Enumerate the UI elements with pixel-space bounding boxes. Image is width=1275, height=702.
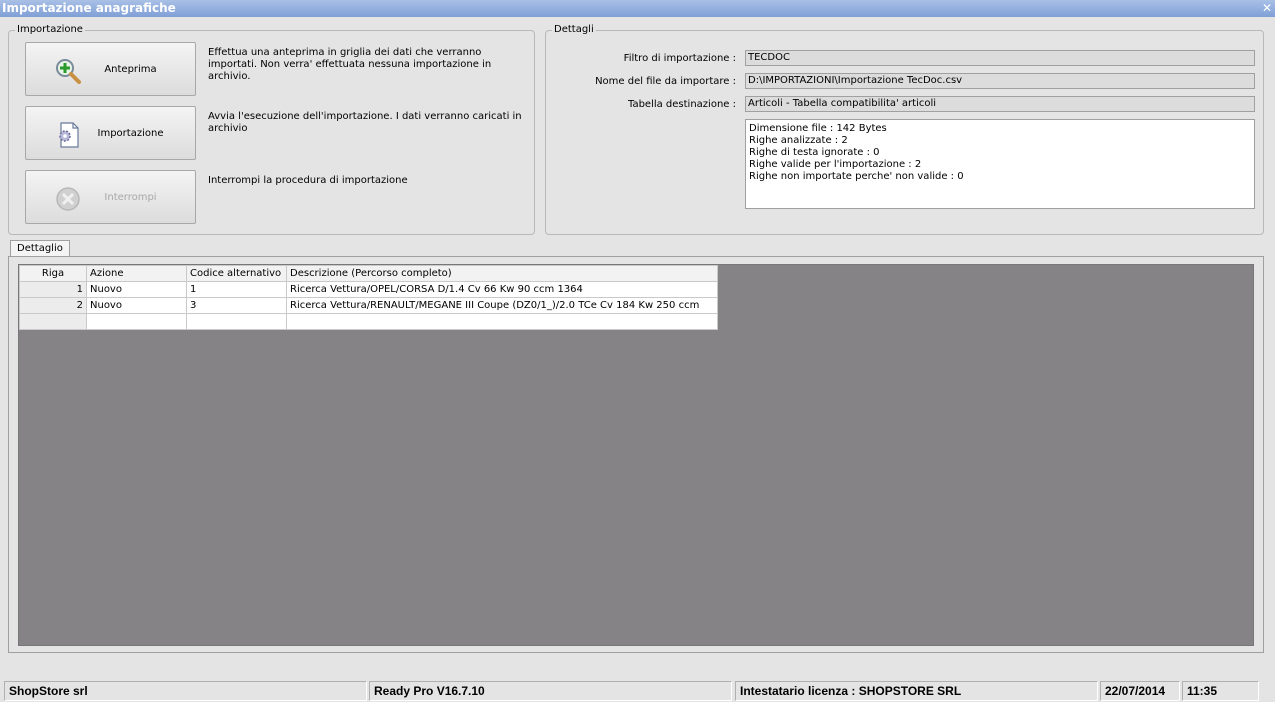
cell-codice-alternativo[interactable] [186,313,287,330]
cell-descrizione[interactable] [286,313,718,330]
cell-codice-alternativo[interactable]: 3 [186,297,287,314]
interrompi-description: Interrompi la procedura di importazione [208,175,408,186]
table-row[interactable] [19,313,718,330]
window-client: Importazione Anteprima Effettua una ante… [0,17,1275,702]
column-header-azione[interactable]: Azione [86,265,187,282]
tab-panel-dettaglio: Riga Azione Codice alternativo Descrizio… [8,256,1264,653]
cell-descrizione[interactable]: Ricerca Vettura/OPEL/CORSA D/1.4 Cv 66 K… [286,281,718,298]
importazione-description: Avvia l'esecuzione dell'importazione. I … [208,111,522,134]
title-bar: Importazione anagrafiche ✕ [0,0,1275,17]
results-grid: Riga Azione Codice alternativo Descrizio… [19,265,718,330]
status-company: ShopStore srl [4,681,367,701]
cell-azione[interactable]: Nuovo [86,281,187,298]
close-icon[interactable]: ✕ [1262,0,1272,17]
grid-area: Riga Azione Codice alternativo Descrizio… [18,264,1254,646]
cell-riga[interactable] [19,313,87,330]
import-file-field: D:\IMPORTAZIONI\Importazione TecDoc.csv [745,73,1255,89]
cell-azione[interactable]: Nuovo [86,297,187,314]
cell-descrizione[interactable]: Ricerca Vettura/RENAULT/MEGANE III Coupe… [286,297,718,314]
anteprima-description: Effettua una anteprima in griglia dei da… [208,47,492,82]
summary-line: Righe valide per l'importazione : 2 [749,159,922,170]
table-row[interactable]: 1 Nuovo 1 Ricerca Vettura/OPEL/CORSA D/1… [19,281,718,298]
import-group-legend: Importazione [15,24,85,35]
anteprima-label: Anteprima [104,64,157,75]
column-header-descrizione[interactable]: Descrizione (Percorso completo) [286,265,718,282]
status-license: Intestatario licenza : SHOPSTORE SRL [735,681,1098,701]
cell-riga[interactable]: 2 [19,297,87,314]
import-group: Importazione Anteprima Effettua una ante… [8,24,535,235]
column-header-codice-alternativo[interactable]: Codice alternativo [186,265,287,282]
cell-codice-alternativo[interactable]: 1 [186,281,287,298]
column-header-riga[interactable]: Riga [19,265,87,282]
table-row[interactable]: 2 Nuovo 3 Ricerca Vettura/RENAULT/MEGANE… [19,297,718,314]
status-time: 11:35 [1182,681,1259,701]
status-version: Ready Pro V16.7.10 [369,681,732,701]
import-file-label: Nome del file da importare : [595,76,736,87]
summary-line: Dimensione file : 142 Bytes [749,123,887,134]
import-filter-label: Filtro di importazione : [623,53,736,64]
status-date: 22/07/2014 [1100,681,1180,701]
summary-line: Righe analizzate : 2 [749,135,848,146]
details-group: Dettagli Filtro di importazione : TECDOC… [545,24,1264,235]
details-group-legend: Dettagli [552,24,596,35]
destination-table-label: Tabella destinazione : [627,99,736,110]
interrompi-label: Interrompi [104,192,157,203]
import-filter-field: TECDOC [745,50,1255,66]
summary-line: Righe non importate perche' non valide :… [749,171,964,182]
status-bar: ShopStore srl Ready Pro V16.7.10 Intesta… [0,678,1275,702]
import-summary-box: Dimensione file : 142 Bytes Righe analiz… [745,119,1255,209]
cell-azione[interactable] [86,313,187,330]
interrompi-button: Interrompi [25,170,196,224]
importazione-button[interactable]: Importazione [25,106,196,160]
anteprima-button[interactable]: Anteprima [25,42,196,96]
destination-table-field: Articoli - Tabella compatibilita' artico… [745,96,1255,112]
importazione-label: Importazione [97,128,164,139]
grid-header-row: Riga Azione Codice alternativo Descrizio… [19,265,718,282]
window-title: Importazione anagrafiche [2,1,176,15]
summary-line: Righe di testa ignorate : 0 [749,147,880,158]
cell-riga[interactable]: 1 [19,281,87,298]
tab-dettaglio[interactable]: Dettaglio [10,240,70,257]
